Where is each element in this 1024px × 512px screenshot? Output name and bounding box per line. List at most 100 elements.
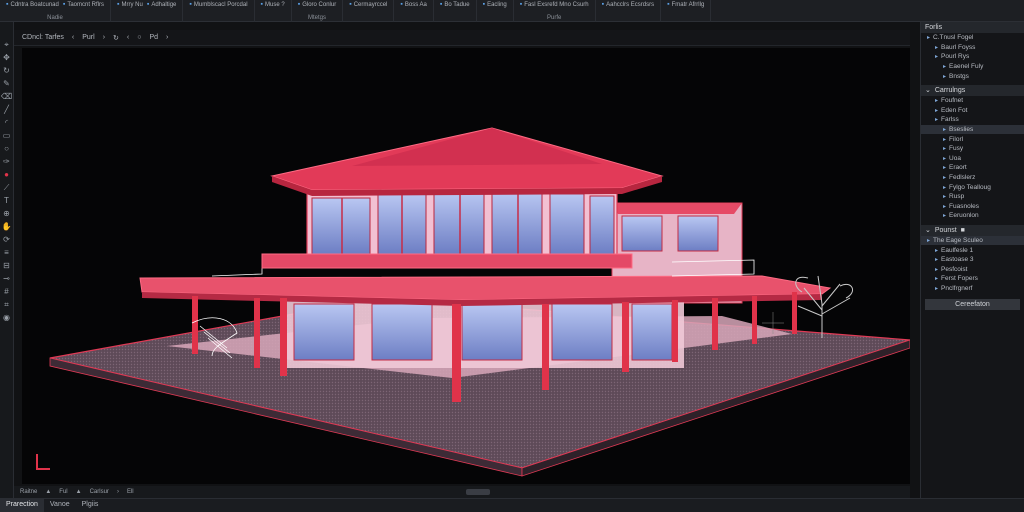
ribbon-button[interactable]: ▪ Adhaltige	[147, 1, 177, 8]
ribbon-button[interactable]: ▪ Aahcclrs Ecsrdsrs	[602, 1, 655, 8]
status-item[interactable]: Ful	[59, 489, 67, 495]
color-picker-icon[interactable]: ●	[4, 170, 9, 180]
ribbon-button[interactable]: ▪ Fmatr Afrrllg	[667, 1, 704, 8]
ribbon-group: ▪ Cdntra Boatcunad ▪ Taomcnt Rflrs Nadie	[0, 0, 112, 22]
snap-icon[interactable]: ⌗	[4, 300, 9, 310]
status-item[interactable]: ▲	[76, 489, 82, 495]
layer-icon[interactable]: ≡	[4, 248, 9, 258]
tree-item[interactable]: ▸ Uoa	[921, 154, 1024, 164]
line-icon[interactable]: ╱	[4, 105, 9, 115]
camera-icon[interactable]: ◉	[3, 313, 10, 323]
rotate-icon[interactable]: ↻	[3, 66, 10, 76]
zoom-icon[interactable]: ⊕	[3, 209, 10, 219]
tree-item[interactable]: ▸ Fylgo Tealloug	[921, 182, 1024, 192]
select-icon[interactable]: ⌖	[4, 40, 9, 50]
measure-icon[interactable]: ⟋	[4, 183, 10, 193]
tree-item-label: Filorl	[949, 135, 964, 143]
text-icon[interactable]: T	[4, 196, 9, 206]
ribbon-group: ▪ Aahcclrs Ecsrdsrs	[596, 0, 662, 22]
section-header-3[interactable]: ⌄ Pounst ■	[921, 224, 1024, 236]
tree-item-label: Fylgo Tealloug	[949, 183, 991, 191]
bottom-tab[interactable]: Prarection	[0, 499, 44, 512]
status-item[interactable]: ▲	[45, 489, 51, 495]
tree-item[interactable]: ▸ Ferst Fopers	[921, 274, 1024, 284]
horizontal-scrollbar[interactable]	[466, 489, 490, 495]
status-item[interactable]: ›	[117, 489, 119, 495]
3d-viewport[interactable]	[22, 48, 910, 484]
status-item[interactable]: Raitne	[20, 489, 37, 495]
ribbon-button[interactable]: ▪ Fasl Exsrefd Mno Csurh	[520, 1, 589, 8]
tree-item[interactable]: ▸ Eaulfesle 1	[921, 245, 1024, 255]
ribbon-button[interactable]: ▪ Gloro Conlur	[298, 1, 337, 8]
orbit-icon[interactable]: ⟳	[3, 235, 10, 245]
viewport-control[interactable]: Purl	[82, 34, 94, 41]
ribbon-button[interactable]: ▪ Bo Tadue	[440, 1, 470, 8]
tree-item[interactable]: ▸ Eden Fot	[921, 106, 1024, 116]
ribbon-button[interactable]: ▪ Cdntra Boatcunad	[6, 1, 59, 8]
pen-icon[interactable]: ✎	[3, 79, 10, 89]
ribbon-button-label: Aahcclrs Ecsrdsrs	[606, 1, 655, 8]
bottom-tab[interactable]: Plgiis	[76, 499, 105, 512]
tree-item[interactable]: ▸ Eastoase 3	[921, 255, 1024, 265]
rect-icon[interactable]: ▭	[3, 131, 11, 141]
ribbon-button[interactable]: ▪ Boss Aa	[400, 1, 427, 8]
ribbon-button[interactable]: ▪ Mumblscacl Porcdal	[189, 1, 247, 8]
tree-item[interactable]: ▸ Filorl	[921, 134, 1024, 144]
viewport-control[interactable]: ○	[137, 34, 141, 41]
tree-item[interactable]: ▸ Pnclfrgnerf	[921, 284, 1024, 294]
tree-item[interactable]: ▸ Rusp	[921, 192, 1024, 202]
tree-item[interactable]: ▸ Eeruonlon	[921, 211, 1024, 221]
tree-item[interactable]: ▸ Pesfcoist	[921, 264, 1024, 274]
ribbon-button[interactable]: ▪ Cermayrccel	[349, 1, 387, 8]
viewport-control[interactable]: Pd	[149, 34, 158, 41]
ribbon-buttons: ▪ Fmatr Afrrllg	[667, 1, 704, 8]
section-title-2: Carrulngs	[934, 86, 966, 94]
tape-icon[interactable]: ⊸	[3, 274, 10, 284]
tree-item[interactable]: ▸ C.Tnusl Fogel	[921, 33, 1024, 43]
ribbon-button[interactable]: ▪ Mrry Nu	[117, 1, 143, 8]
ribbon-button[interactable]: ▪ Taomcnt Rflrs	[63, 1, 104, 8]
tree-item[interactable]: ▸ Eraort	[921, 163, 1024, 173]
tree-node-icon: ▸	[943, 165, 947, 172]
viewport-control[interactable]: ↻	[113, 34, 119, 42]
tree-item[interactable]: ▸ Baurl Foyss	[921, 43, 1024, 53]
bottom-tab[interactable]: Vanoe	[44, 499, 76, 512]
ribbon-group-label: Mtetgs	[307, 15, 326, 21]
section-header-2[interactable]: ⌄ Carrulngs	[921, 84, 1024, 96]
viewport-control[interactable]: ‹	[72, 34, 74, 41]
ribbon-group: ▪ Fmatr Afrrllg	[661, 0, 712, 22]
tree-item[interactable]: ▸ The Eage Sculeo	[921, 235, 1024, 246]
tree-item[interactable]: ▸ Bseslies	[921, 124, 1024, 135]
grid-icon[interactable]: #	[4, 287, 8, 297]
tree-item[interactable]: ▸ Fuasnoles	[921, 202, 1024, 212]
paint-icon[interactable]: ✑	[3, 157, 10, 167]
ribbon-group: ▪ Gloro Conlur Mtetgs	[292, 0, 344, 22]
arc-icon[interactable]: ◜	[5, 118, 8, 128]
tree-item[interactable]: ▸ Foufnet	[921, 96, 1024, 106]
tree-item-label: The Eage Sculeo	[933, 236, 983, 244]
ribbon-group-label: Nadie	[47, 15, 63, 21]
status-item[interactable]: Carlsur	[90, 489, 109, 495]
tree-item[interactable]: ▸ Bnstgs	[921, 71, 1024, 81]
tree-node-icon: ▸	[943, 213, 947, 220]
ribbon-button[interactable]: ▪ Muse ?	[261, 1, 285, 8]
tree-item[interactable]: ▸ Fusy	[921, 144, 1024, 154]
tree-item[interactable]: ▸ Pourl Rys	[921, 52, 1024, 62]
circle-icon[interactable]: ○	[4, 144, 9, 154]
panel-action-button[interactable]: Cereefaton	[925, 299, 1020, 311]
viewport-control[interactable]: ‹	[127, 34, 129, 41]
tree-item[interactable]: ▸ Eaenel Fuly	[921, 62, 1024, 72]
viewport-control[interactable]: ›	[103, 34, 105, 41]
tree-item[interactable]: ▸ Farlss	[921, 115, 1024, 125]
section-icon[interactable]: ⊟	[3, 261, 10, 271]
tool-icon: ▪	[482, 1, 486, 8]
tree-item[interactable]: ▸ Fedlslerz	[921, 173, 1024, 183]
status-item[interactable]: Ell	[127, 489, 134, 495]
ribbon-button[interactable]: ▪ Eacling	[483, 1, 507, 8]
tree-item-label: Rusp	[949, 193, 965, 201]
move-icon[interactable]: ✥	[3, 53, 10, 63]
eraser-icon[interactable]: ⌫	[1, 92, 12, 102]
pan-icon[interactable]: ✋	[2, 222, 12, 232]
viewport-control[interactable]: CDncl: Tarfes	[22, 34, 64, 41]
viewport-control[interactable]: ›	[166, 34, 168, 41]
